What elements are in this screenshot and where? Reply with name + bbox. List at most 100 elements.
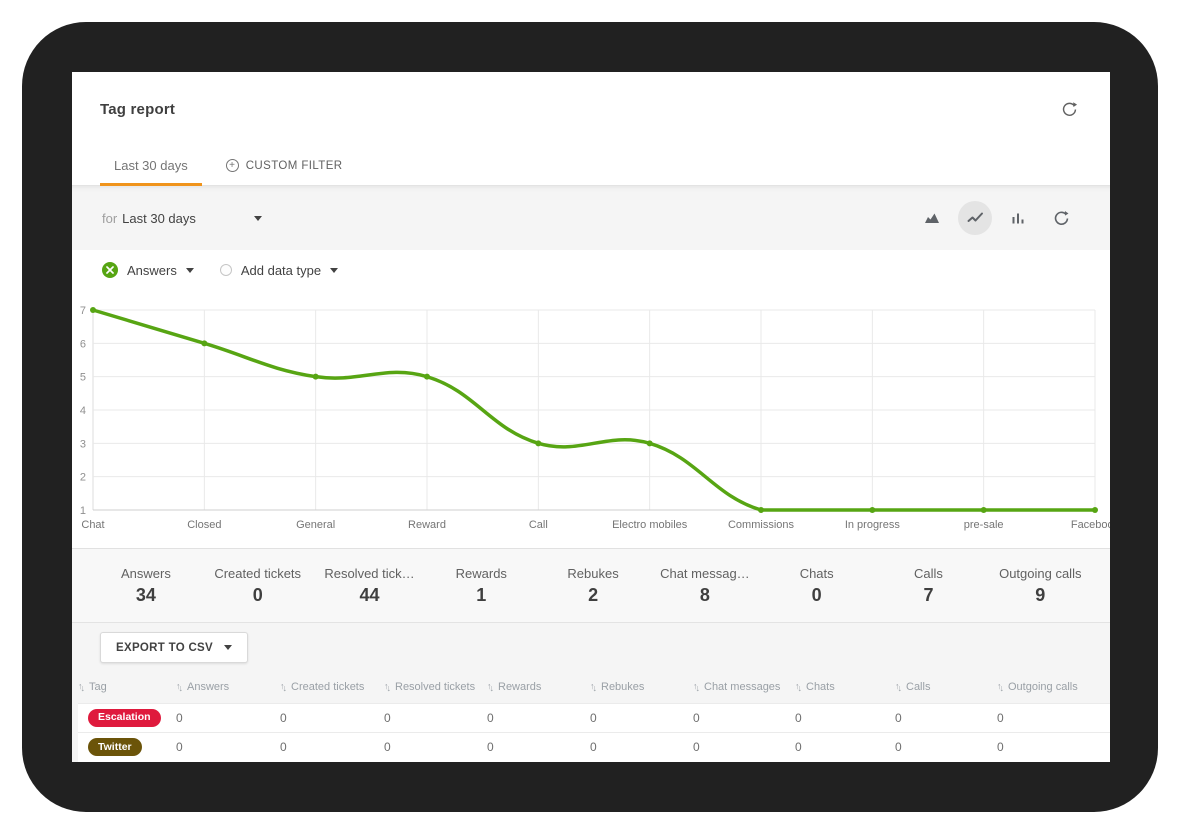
cell-value: 0 — [895, 703, 997, 733]
filter-bar: for Last 30 days — [72, 186, 1110, 250]
stat-value: 44 — [314, 585, 426, 606]
svg-text:3: 3 — [80, 438, 86, 450]
sort-icon: ↑↓ — [590, 682, 596, 692]
table-row: Twitter000000000 — [78, 733, 1110, 763]
stat-item: Resolved tick… 44 — [314, 566, 426, 606]
chart-view-switcher — [915, 201, 1078, 235]
svg-text:5: 5 — [80, 372, 86, 384]
chart-section: Answers Add data type 1234567ChatClosedG… — [72, 250, 1110, 548]
stat-value: 0 — [761, 585, 873, 606]
sort-icon: ↑↓ — [487, 682, 493, 692]
page-title: Tag report — [100, 101, 175, 118]
stat-label: Answers — [90, 566, 202, 581]
sort-icon: ↑↓ — [895, 682, 901, 692]
sort-icon: ↑↓ — [384, 682, 390, 692]
cell-value: 0 — [487, 703, 590, 733]
range-value: Last 30 days — [122, 211, 196, 226]
circle-plus-icon: + — [226, 159, 239, 172]
series-chip-answers[interactable]: Answers — [102, 262, 194, 278]
stat-item: Outgoing calls9 — [984, 566, 1096, 606]
column-header-rebukes[interactable]: ↑↓Rebukes — [590, 672, 693, 703]
cell-value: 0 — [795, 733, 895, 763]
cell-value: 0 — [997, 733, 1110, 763]
dark-rounded-frame: Tag report Last 30 days + CUSTOM FILTER — [22, 22, 1158, 812]
stat-value: 2 — [537, 585, 649, 606]
tabs-bar: Last 30 days + CUSTOM FILTER — [72, 146, 1110, 186]
svg-text:4: 4 — [80, 405, 86, 417]
stat-value: 7 — [873, 585, 985, 606]
cell-value: 0 — [795, 703, 895, 733]
export-row: EXPORT TO CSV — [72, 622, 1110, 672]
stat-label: Rewards — [425, 566, 537, 581]
stat-item: Answers34 — [90, 566, 202, 606]
column-header-tag[interactable]: ↑↓Tag — [78, 672, 176, 703]
cell-value: 0 — [693, 703, 795, 733]
bar-chart-icon[interactable] — [1001, 201, 1035, 235]
stat-label: Calls — [873, 566, 985, 581]
remove-series-icon[interactable] — [102, 262, 118, 278]
chevron-down-icon — [186, 268, 194, 273]
column-header-created-tickets[interactable]: ↑↓Created tickets — [280, 672, 384, 703]
stat-label: Chats — [761, 566, 873, 581]
stat-label: Created tickets — [202, 566, 314, 581]
range-prefix-label: for — [102, 211, 117, 226]
svg-text:Electro mobiles: Electro mobiles — [612, 519, 688, 531]
stat-value: 9 — [984, 585, 1096, 606]
date-range-select[interactable]: for Last 30 days — [102, 211, 262, 226]
column-header-chats[interactable]: ↑↓Chats — [795, 672, 895, 703]
area-chart-icon[interactable] — [915, 201, 949, 235]
sort-icon: ↑↓ — [78, 682, 84, 692]
stat-value: 8 — [649, 585, 761, 606]
tag-table: ↑↓Tag↑↓Answers↑↓Created tickets↑↓Resolve… — [72, 672, 1110, 762]
cell-value: 0 — [590, 703, 693, 733]
stat-item: Chats 0 — [761, 566, 873, 606]
svg-text:pre-sale: pre-sale — [964, 519, 1004, 531]
svg-text:General: General — [296, 519, 335, 531]
cell-value: 0 — [487, 733, 590, 763]
cell-value: 0 — [693, 733, 795, 763]
cell-value: 0 — [280, 733, 384, 763]
cell-value: 0 — [280, 703, 384, 733]
reload-icon[interactable] — [1058, 98, 1080, 120]
column-header-rewards[interactable]: ↑↓Rewards — [487, 672, 590, 703]
cell-value: 0 — [384, 703, 487, 733]
tab-last-30-days[interactable]: Last 30 days — [100, 146, 202, 185]
cell-value: 0 — [176, 703, 280, 733]
svg-text:2: 2 — [80, 472, 86, 484]
series-controls: Answers Add data type — [72, 258, 1110, 282]
line-chart: 1234567ChatClosedGeneralRewardCallElectr… — [72, 302, 1110, 548]
stat-label: Chat messag… — [649, 566, 761, 581]
tab-custom-filter[interactable]: + CUSTOM FILTER — [212, 146, 357, 185]
stat-label: Resolved tick… — [314, 566, 426, 581]
svg-text:Facebook: Facebook — [1071, 519, 1110, 531]
tab-label: CUSTOM FILTER — [246, 160, 343, 172]
column-header-outgoing-calls[interactable]: ↑↓Outgoing calls — [997, 672, 1110, 703]
column-header-calls[interactable]: ↑↓Calls — [895, 672, 997, 703]
chevron-down-icon — [330, 268, 338, 273]
svg-text:Call: Call — [529, 519, 548, 531]
sort-icon: ↑↓ — [795, 682, 801, 692]
report-header: Tag report — [72, 72, 1110, 146]
stat-item: Created tickets0 — [202, 566, 314, 606]
refresh-icon[interactable] — [1044, 201, 1078, 235]
column-header-answers[interactable]: ↑↓Answers — [176, 672, 280, 703]
export-to-csv-button[interactable]: EXPORT TO CSV — [100, 632, 248, 663]
line-chart-icon[interactable] — [958, 201, 992, 235]
sort-icon: ↑↓ — [280, 682, 286, 692]
stat-item: Calls 7 — [873, 566, 985, 606]
stat-item: Chat messag… 8 — [649, 566, 761, 606]
svg-text:In progress: In progress — [845, 519, 901, 531]
add-data-type-button[interactable]: Add data type — [220, 263, 338, 278]
sort-icon: ↑↓ — [693, 682, 699, 692]
export-button-label: EXPORT TO CSV — [116, 642, 213, 654]
column-header-resolved-tickets[interactable]: ↑↓Resolved tickets — [384, 672, 487, 703]
svg-text:Commissions: Commissions — [728, 519, 795, 531]
table-row: Escalation000000000 — [78, 703, 1110, 733]
stat-label: Rebukes — [537, 566, 649, 581]
chevron-down-icon — [254, 216, 262, 221]
tag-report-window: Tag report Last 30 days + CUSTOM FILTER — [72, 72, 1110, 762]
stat-item: Rebukes 2 — [537, 566, 649, 606]
tag-badge: Escalation — [88, 709, 161, 727]
series-chip-label: Answers — [127, 263, 177, 278]
column-header-chat-messages[interactable]: ↑↓Chat messages — [693, 672, 795, 703]
